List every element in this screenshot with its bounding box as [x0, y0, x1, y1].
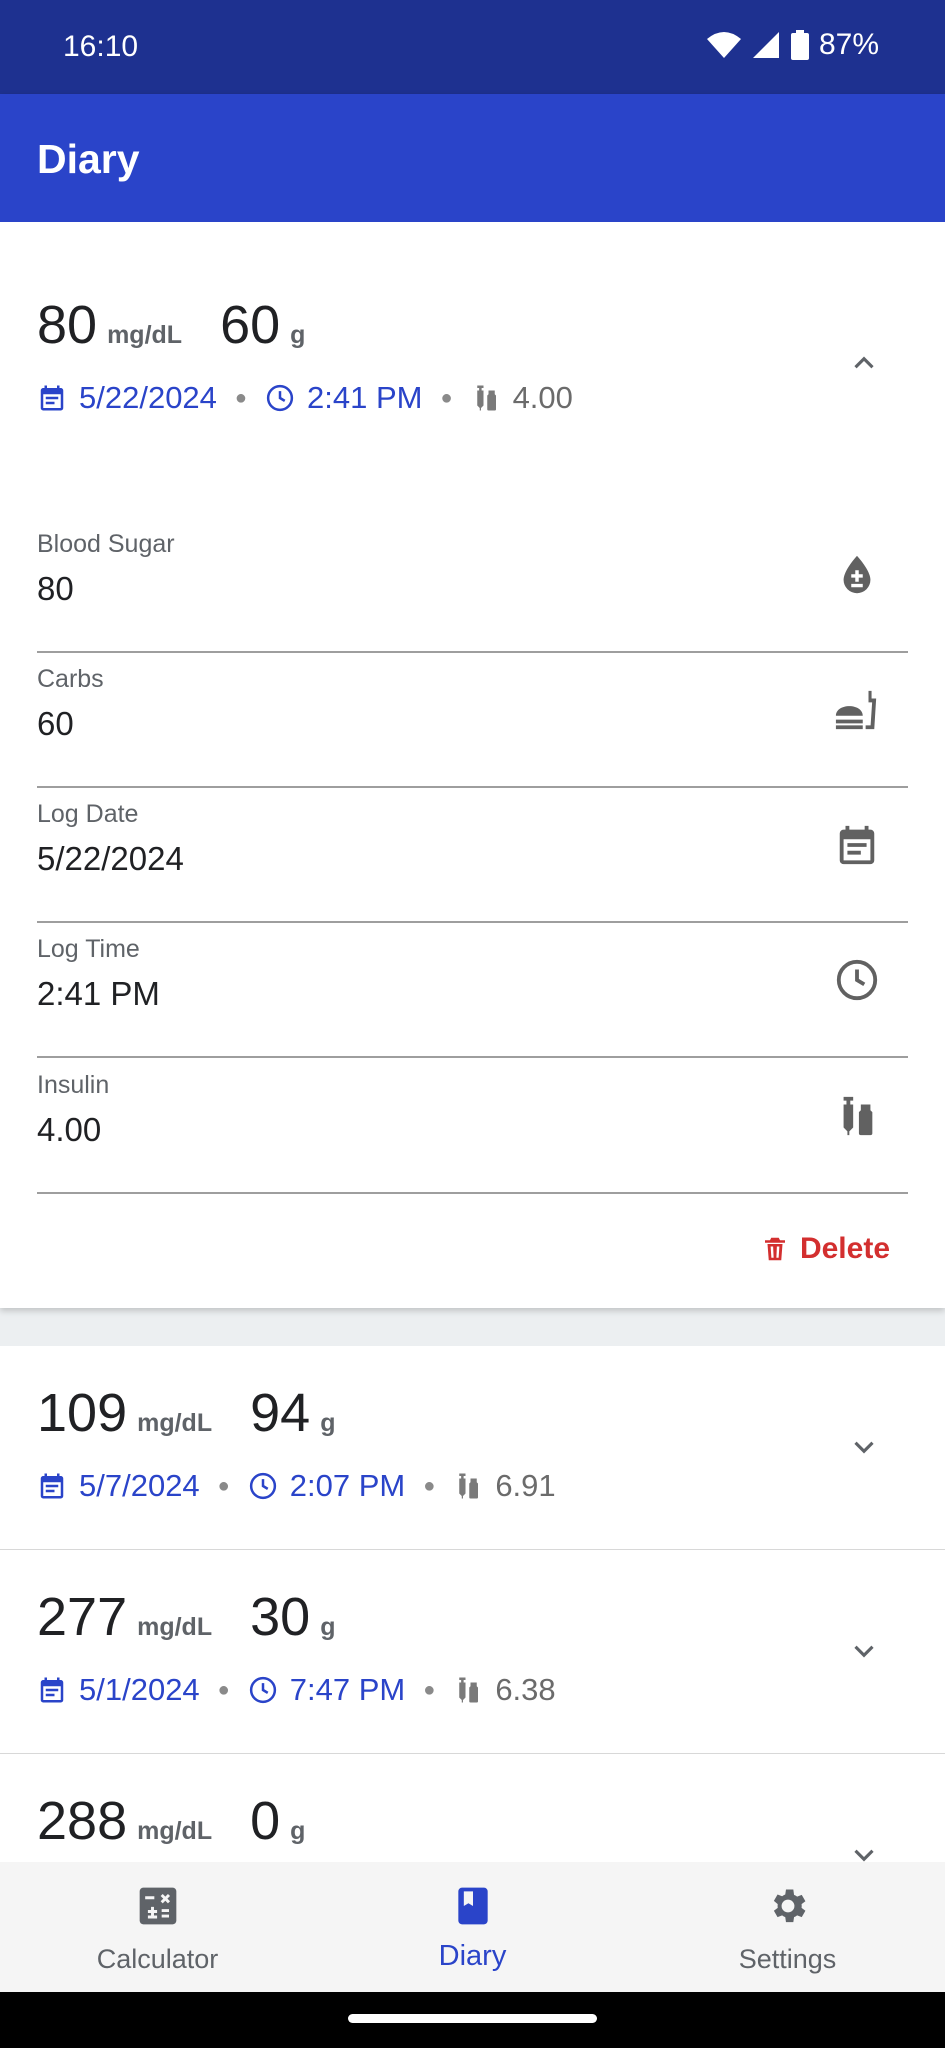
carbs-field[interactable]: Carbs 60	[37, 653, 908, 788]
trash-icon	[764, 1237, 785, 1261]
insulin-icon	[453, 1471, 483, 1501]
chevron-down-icon[interactable]	[847, 1838, 881, 1862]
carbs-value: 60	[220, 295, 281, 355]
carbs-unit: g	[290, 1817, 306, 1845]
insulin-icon	[843, 1096, 873, 1136]
blood-sugar-value: 80	[37, 295, 98, 355]
blood-drop-icon	[843, 555, 871, 594]
gear-icon	[773, 1889, 806, 1923]
chevron-up-icon[interactable]	[847, 346, 881, 380]
diary-entry[interactable]: 109 mg/dL 94 g 5/7/2024 ● 2:07 PM ● 6.91	[0, 1346, 945, 1551]
nav-label: Settings	[738, 1944, 837, 1974]
delete-button[interactable]: Delete	[760, 1232, 890, 1266]
chevron-down-icon[interactable]	[847, 1430, 881, 1464]
entry-summary: 288 mg/dL 0 g	[37, 1790, 305, 1852]
carbs-unit: g	[290, 321, 306, 349]
delete-label: Delete	[799, 1232, 890, 1265]
calendar-icon	[37, 1675, 67, 1705]
carbs-value: 0	[250, 1791, 281, 1851]
wifi-icon	[706, 32, 741, 58]
blood-sugar-value: 109	[37, 1383, 128, 1443]
entry-summary: 277 mg/dL 30 g	[37, 1586, 335, 1648]
nav-label: Calculator	[96, 1944, 219, 1974]
entry-meta: 5/22/2024 ● 2:41 PM ● 4.00	[37, 380, 573, 416]
battery-icon	[790, 30, 809, 60]
entry-insulin: 6.38	[495, 1672, 556, 1707]
entry-meta: 5/1/2024 ● 7:47 PM ● 6.38	[37, 1672, 556, 1708]
field-value: 2:41 PM	[37, 975, 160, 1012]
carbs-unit: g	[320, 1613, 336, 1641]
field-value: 5/22/2024	[37, 840, 184, 877]
field-value: 80	[37, 570, 74, 607]
home-handle[interactable]	[348, 2014, 597, 2023]
entry-insulin: 4.00	[512, 380, 573, 415]
app-bar: Diary	[0, 94, 945, 222]
status-time: 16:10	[63, 30, 139, 63]
insulin-field[interactable]: Insulin 4.00	[37, 1059, 908, 1194]
blood-sugar-field[interactable]: Blood Sugar 80	[37, 518, 908, 653]
clock-icon	[248, 1675, 278, 1705]
nav-item-diary[interactable]: Diary	[315, 1862, 630, 1992]
calendar-icon	[37, 1471, 67, 1501]
insulin-icon	[453, 1675, 483, 1705]
clock-icon	[265, 383, 295, 413]
log-date-field[interactable]: Log Date 5/22/2024	[37, 788, 908, 923]
field-label: Log Date	[37, 800, 139, 828]
blood-sugar-value: 277	[37, 1587, 128, 1647]
status-bar: 16:10 87%	[0, 0, 945, 94]
insulin-icon	[471, 383, 501, 413]
calendar-icon	[37, 383, 67, 413]
calendar-icon[interactable]	[834, 822, 880, 868]
nav-item-calculator[interactable]: Calculator	[0, 1862, 315, 1992]
nav-label: Diary	[438, 1940, 507, 1972]
food-icon	[835, 690, 877, 730]
entry-summary: 109 mg/dL 94 g	[37, 1382, 335, 1444]
entry-date: 5/1/2024	[79, 1672, 200, 1707]
blood-sugar-unit: mg/dL	[137, 1409, 213, 1437]
chevron-down-icon[interactable]	[847, 1634, 881, 1668]
blood-sugar-unit: mg/dL	[107, 321, 183, 349]
diary-entry-expanded[interactable]: 80 mg/dL 60 g 5/22/2024 ● 2:41 PM ● 4.00…	[0, 222, 945, 1308]
entry-time: 2:41 PM	[307, 380, 423, 415]
entry-date: 5/7/2024	[79, 1468, 200, 1503]
gesture-bar	[0, 1992, 945, 2048]
status-icons: 87%	[706, 28, 879, 62]
blood-sugar-value: 288	[37, 1791, 128, 1851]
blood-sugar-unit: mg/dL	[137, 1613, 213, 1641]
diary-entry[interactable]: 277 mg/dL 30 g 5/1/2024 ● 7:47 PM ● 6.38	[0, 1550, 945, 1755]
carbs-value: 94	[250, 1383, 311, 1443]
diary-entry[interactable]: 288 mg/dL 0 g	[0, 1754, 945, 1862]
field-value: 4.00	[37, 1111, 102, 1148]
field-label: Insulin	[37, 1071, 110, 1099]
entry-time: 7:47 PM	[289, 1672, 406, 1707]
diary-list[interactable]: 80 mg/dL 60 g 5/22/2024 ● 2:41 PM ● 4.00…	[0, 222, 945, 1862]
calculator-icon	[139, 1887, 177, 1925]
log-time-field[interactable]: Log Time 2:41 PM	[37, 923, 908, 1058]
entry-date: 5/22/2024	[79, 380, 217, 415]
entry-summary: 80 mg/dL 60 g	[37, 294, 305, 356]
entry-time: 2:07 PM	[289, 1468, 406, 1503]
nav-item-settings[interactable]: Settings	[630, 1862, 945, 1992]
blood-sugar-unit: mg/dL	[137, 1817, 213, 1845]
field-label: Carbs	[37, 665, 104, 693]
field-value: 60	[37, 705, 74, 742]
field-label: Log Time	[37, 935, 140, 963]
entry-meta: 5/7/2024 ● 2:07 PM ● 6.91	[37, 1468, 556, 1504]
clock-icon[interactable]	[834, 957, 880, 1003]
field-label: Blood Sugar	[37, 530, 175, 558]
carbs-unit: g	[320, 1409, 336, 1437]
carbs-value: 30	[250, 1587, 311, 1647]
diary-icon	[458, 1887, 488, 1925]
signal-icon	[752, 32, 779, 58]
entry-insulin: 6.91	[495, 1468, 556, 1503]
clock-icon	[248, 1471, 278, 1501]
page-title: Diary	[37, 136, 140, 182]
battery-percent: 87%	[818, 28, 879, 61]
bottom-navigation: Calculator Diary Settings	[0, 1862, 945, 1992]
